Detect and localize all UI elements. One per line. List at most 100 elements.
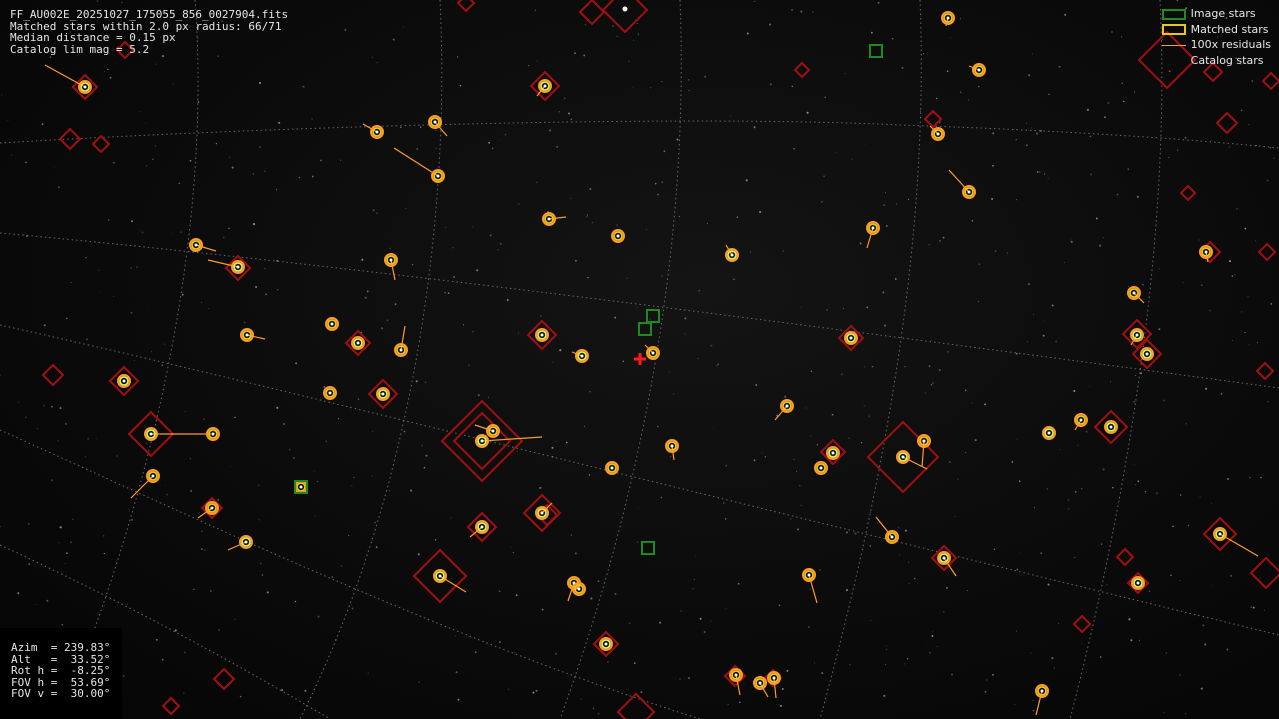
background-star [1122,100,1125,103]
background-star [183,692,185,694]
background-star [904,366,906,368]
matched-star-core [540,333,544,337]
background-star [298,176,301,179]
catalog-star-diamond [456,0,476,13]
background-star [109,76,112,79]
background-star [189,458,191,460]
background-star [884,192,886,194]
matched-star-core [328,391,332,395]
background-star [597,712,600,715]
background-star [1202,624,1205,627]
background-star [1036,171,1039,173]
grid-line [299,0,443,719]
background-star [1179,674,1181,676]
background-star [971,402,973,404]
background-star [541,608,544,611]
background-star [824,96,826,99]
background-star [1251,80,1254,82]
background-star [376,62,378,64]
background-star [612,25,614,27]
background-star [826,309,828,311]
background-star [949,37,951,39]
background-star [96,0,99,2]
background-star [993,548,996,551]
background-star [782,250,785,252]
background-star [882,291,885,294]
background-star [472,331,474,333]
catalog-star-diamond [1249,556,1279,590]
background-star [589,391,591,393]
background-star [1120,36,1123,38]
background-star [289,449,291,451]
background-star [930,383,933,386]
background-star [914,578,916,580]
matched-star-core [1109,425,1113,429]
background-star [229,466,231,468]
background-star [102,77,104,79]
background-star [7,119,9,121]
background-star [692,588,694,590]
background-star [1184,136,1187,139]
background-star [687,79,690,81]
background-star [928,365,931,367]
background-star [518,203,520,205]
background-star [800,10,803,13]
background-star [1107,102,1110,104]
catalog-legend-blank [1159,53,1189,67]
background-star [351,607,354,610]
background-star [894,278,897,280]
background-star [1247,295,1249,298]
background-star [906,657,909,660]
background-star [236,380,238,382]
background-star [161,658,164,661]
background-star [1205,387,1208,390]
background-star [59,407,62,410]
matched-star-core [1218,532,1222,536]
catalog-star-diamond [1215,111,1239,135]
background-star [754,0,756,3]
header-info: FF_AU002E_20251027_175055_856_0027904.fi… [10,9,288,55]
background-star [846,531,848,534]
background-star [25,416,27,418]
background-star [814,662,816,664]
background-star [851,158,853,160]
background-star [558,110,561,113]
background-star [656,425,659,428]
background-star [627,60,630,63]
background-star [367,672,369,675]
background-star [1043,320,1045,322]
background-star [208,307,210,310]
background-star [133,360,135,362]
rotation: Rot h = -8.25° [11,664,111,677]
catalog-stars [41,0,1279,719]
background-star [98,291,100,294]
catalog-star-diamond [601,0,649,34]
background-star [41,123,44,126]
background-star [1016,568,1019,571]
background-star [223,236,225,239]
matched-star-core [758,681,762,685]
background-star [1099,244,1102,247]
background-star [977,301,979,303]
matched-star-core [922,439,926,443]
background-star [25,235,28,238]
background-star [727,703,729,705]
background-star [499,641,501,644]
matched-star-core [1145,352,1149,356]
background-star [697,358,699,360]
background-star [960,91,962,93]
background-star [147,305,149,307]
background-star [528,225,530,227]
legend: Image stars Matched stars 100x residuals… [1159,6,1271,68]
yellow-box-icon [1159,22,1189,36]
background-star [1227,478,1229,480]
background-star [61,623,64,626]
background-star [835,151,837,153]
matched-star-core [438,574,442,578]
background-star [688,677,690,680]
background-star [66,552,68,555]
background-star [1019,552,1021,554]
background-star [435,129,437,132]
background-star [745,179,748,182]
catalog-star-diamond [212,667,236,691]
